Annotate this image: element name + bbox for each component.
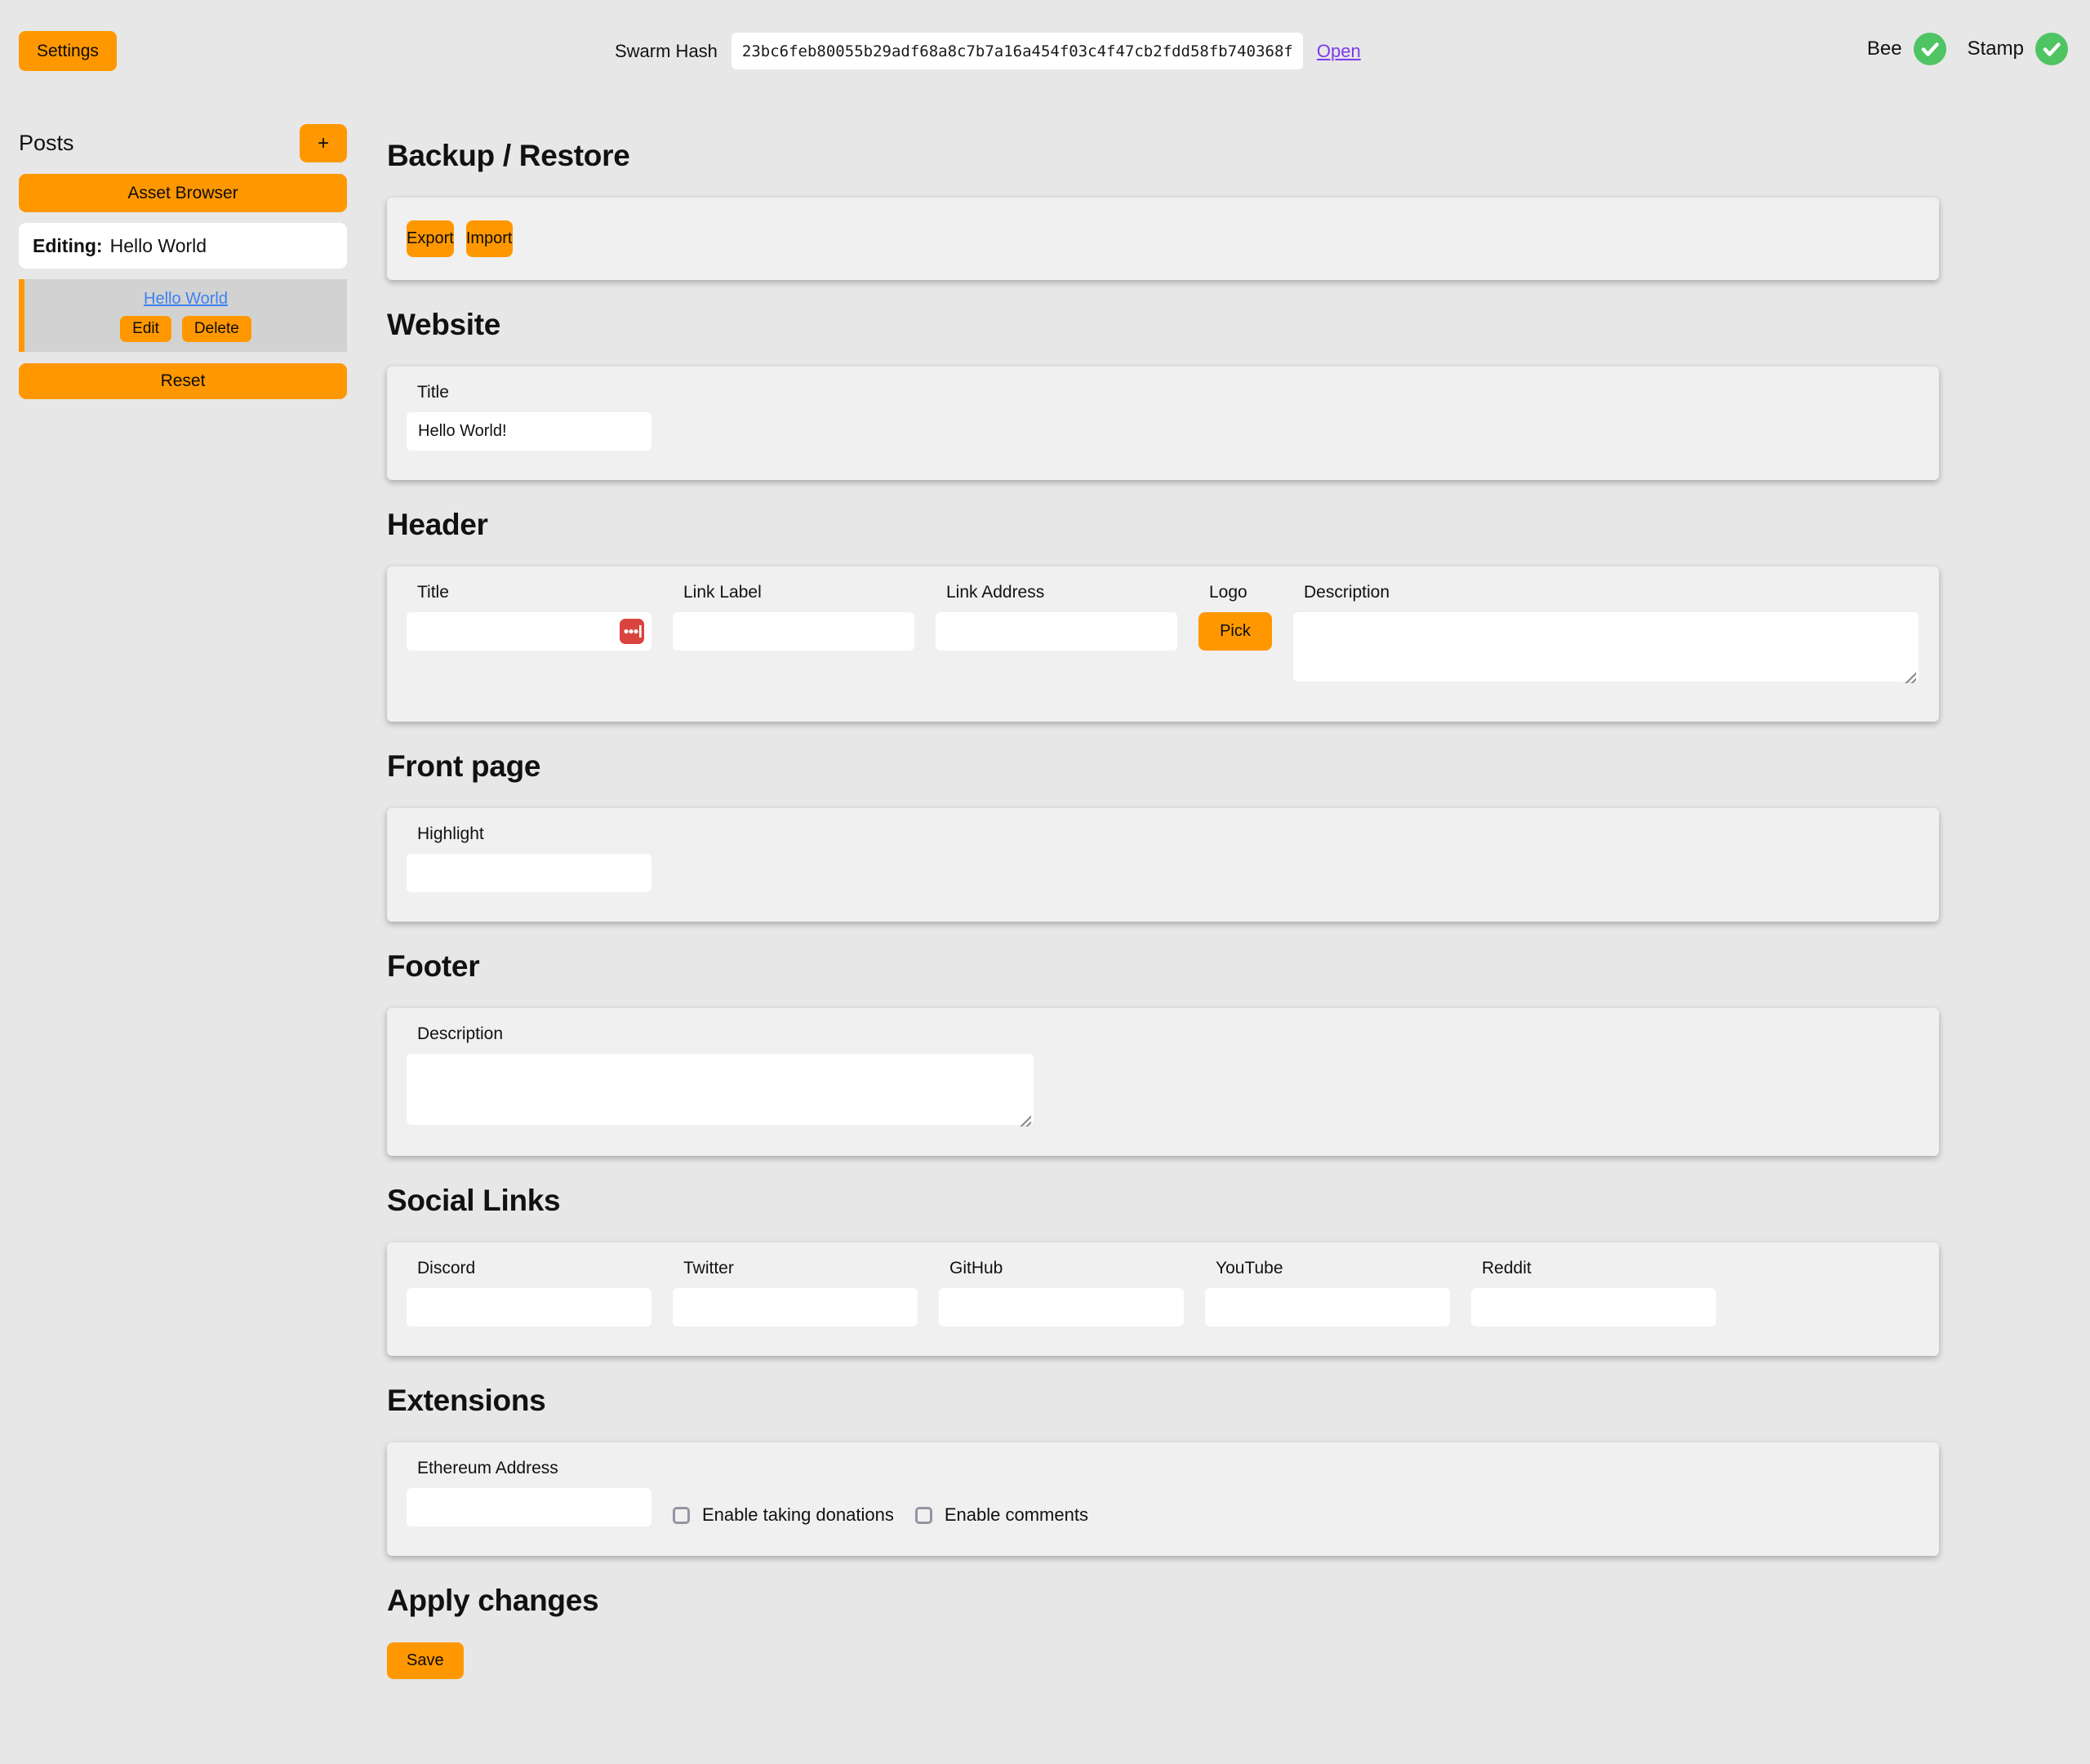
- stamp-ok-check-icon: [2035, 33, 2068, 65]
- import-button[interactable]: Import: [466, 220, 513, 257]
- header-title-input[interactable]: [407, 612, 651, 651]
- twitter-input[interactable]: [673, 1288, 918, 1326]
- backup-restore-card: Export Import: [387, 198, 1939, 280]
- post-actions: Edit Delete: [120, 316, 251, 342]
- editing-post-title: Hello World: [110, 235, 207, 257]
- website-heading: Website: [387, 308, 1939, 342]
- social-links-heading: Social Links: [387, 1184, 1939, 1218]
- delete-post-button[interactable]: Delete: [182, 316, 251, 342]
- backup-restore-heading: Backup / Restore: [387, 139, 1939, 173]
- footer-description-field: Description: [407, 1024, 1919, 1129]
- header-card: Title Link Label Link Address Logo Pick: [387, 567, 1939, 722]
- header-description-label: Description: [1293, 583, 1919, 602]
- stamp-status-label: Stamp: [1968, 38, 2024, 60]
- editing-indicator: Editing: Hello World: [19, 223, 347, 269]
- save-button[interactable]: Save: [387, 1642, 464, 1679]
- github-field: GitHub: [939, 1259, 1184, 1326]
- header-description-textarea[interactable]: [1293, 612, 1919, 682]
- reddit-input[interactable]: [1471, 1288, 1716, 1326]
- discord-input[interactable]: [407, 1288, 651, 1326]
- sidebar: Posts + Asset Browser Editing: Hello Wor…: [19, 124, 347, 399]
- footer-description-label: Description: [407, 1024, 1919, 1044]
- footer-heading: Footer: [387, 949, 1939, 984]
- settings-form: Backup / Restore Export Import Website T…: [387, 0, 1939, 1679]
- website-title-label: Title: [407, 383, 1919, 402]
- add-post-button[interactable]: +: [300, 124, 347, 162]
- header-link-address-input[interactable]: [936, 612, 1177, 651]
- extensions-heading: Extensions: [387, 1384, 1939, 1418]
- enable-comments-option[interactable]: Enable comments: [915, 1504, 1088, 1526]
- header-link-label-field: Link Label: [673, 583, 914, 686]
- header-title-label: Title: [407, 583, 651, 602]
- website-card: Title: [387, 367, 1939, 480]
- footer-description-textarea[interactable]: [407, 1054, 1034, 1125]
- edit-post-button[interactable]: Edit: [120, 316, 171, 342]
- ethereum-address-input[interactable]: [407, 1488, 651, 1526]
- youtube-label: YouTube: [1205, 1259, 1450, 1278]
- header-link-address-field: Link Address: [936, 583, 1177, 686]
- highlight-input[interactable]: [407, 854, 651, 892]
- apply-changes-heading: Apply changes: [387, 1584, 1939, 1618]
- enable-comments-label: Enable comments: [945, 1504, 1088, 1526]
- header-title-field: Title: [407, 583, 651, 686]
- header-link-label-input[interactable]: [673, 612, 914, 651]
- enable-donations-checkbox[interactable]: [673, 1507, 690, 1524]
- extensions-card: Ethereum Address Enable taking donations…: [387, 1442, 1939, 1556]
- enable-comments-checkbox[interactable]: [915, 1507, 932, 1524]
- enable-donations-option[interactable]: Enable taking donations: [673, 1504, 894, 1526]
- footer-card: Description: [387, 1008, 1939, 1156]
- discord-field: Discord: [407, 1259, 651, 1326]
- logo-pick-button[interactable]: Pick: [1198, 612, 1272, 651]
- reset-button[interactable]: Reset: [19, 363, 347, 399]
- front-page-heading: Front page: [387, 749, 1939, 784]
- header-link-address-label: Link Address: [936, 583, 1177, 602]
- youtube-field: YouTube: [1205, 1259, 1450, 1326]
- posts-header-row: Posts +: [19, 124, 347, 162]
- header-heading: Header: [387, 508, 1939, 542]
- export-button[interactable]: Export: [407, 220, 454, 257]
- ethereum-address-field: Ethereum Address: [407, 1459, 651, 1526]
- header-description-field: Description: [1293, 583, 1919, 686]
- posts-heading: Posts: [19, 131, 74, 156]
- reddit-label: Reddit: [1471, 1259, 1716, 1278]
- reddit-field: Reddit: [1471, 1259, 1716, 1326]
- website-title-field: Title: [407, 383, 1919, 451]
- post-title-link[interactable]: Hello World: [144, 290, 228, 309]
- twitter-label: Twitter: [673, 1259, 918, 1278]
- header-logo-label: Logo: [1198, 583, 1272, 602]
- twitter-field: Twitter: [673, 1259, 918, 1326]
- enable-donations-label: Enable taking donations: [702, 1504, 894, 1526]
- editing-prefix: Editing:: [33, 235, 103, 257]
- post-list-item: Hello World Edit Delete: [19, 279, 347, 352]
- settings-button[interactable]: Settings: [19, 31, 117, 71]
- discord-label: Discord: [407, 1259, 651, 1278]
- highlight-label: Highlight: [407, 824, 1919, 844]
- website-title-input[interactable]: [407, 412, 651, 451]
- highlight-field: Highlight: [407, 824, 1919, 892]
- ethereum-address-label: Ethereum Address: [407, 1459, 651, 1478]
- asset-browser-button[interactable]: Asset Browser: [19, 174, 347, 212]
- password-manager-extension-icon[interactable]: [620, 619, 644, 644]
- social-links-card: Discord Twitter GitHub YouTube Reddit: [387, 1242, 1939, 1356]
- youtube-input[interactable]: [1205, 1288, 1450, 1326]
- github-input[interactable]: [939, 1288, 1184, 1326]
- header-link-label-label: Link Label: [673, 583, 914, 602]
- front-page-card: Highlight: [387, 808, 1939, 922]
- header-logo-field: Logo Pick: [1198, 583, 1272, 686]
- github-label: GitHub: [939, 1259, 1184, 1278]
